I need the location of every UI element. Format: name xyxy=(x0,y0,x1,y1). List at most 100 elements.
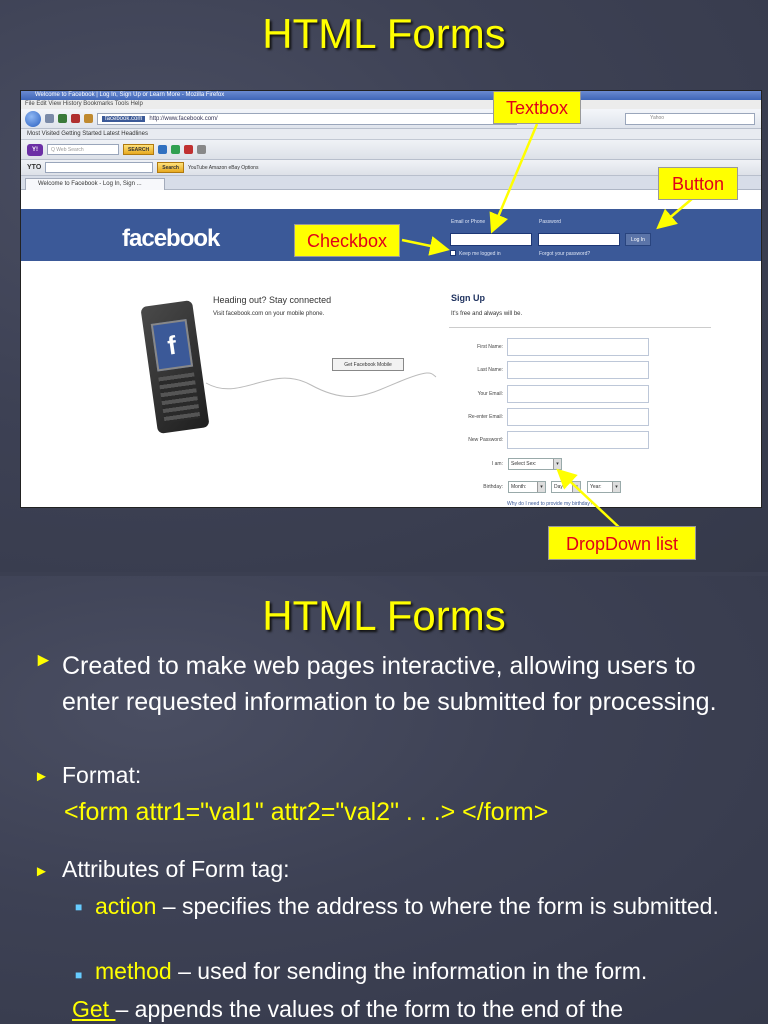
sub-bullet-square-icon: ■ xyxy=(75,968,83,982)
swirl-decoration xyxy=(205,372,437,398)
sub-bullet-action: action – specifies the address to where … xyxy=(95,890,745,922)
navigation-bar: facebook.com http://www.facebook.com/ Yah… xyxy=(21,109,761,129)
mobile-heading: Heading out? Stay connected xyxy=(213,295,332,305)
yto-search-input[interactable] xyxy=(45,162,154,173)
sex-select[interactable]: Select Sex: ▾ xyxy=(508,458,562,470)
reenter-email-label: Re-enter Email: xyxy=(468,414,503,420)
bullet-3-text: Attributes of Form tag: xyxy=(62,856,290,882)
signup-title: Sign Up xyxy=(451,293,485,303)
tab-bar: Welcome to Facebook - Log In, Sign ... xyxy=(21,176,761,190)
year-select[interactable]: Year: ▾ xyxy=(587,481,621,493)
year-select-value: Year: xyxy=(590,484,602,490)
yto-search-button[interactable]: Search xyxy=(157,162,184,173)
phone-keypad xyxy=(158,372,201,423)
dropdown-callout: DropDown list xyxy=(548,526,696,560)
first-name-input[interactable] xyxy=(507,338,649,356)
tab-facebook[interactable]: Welcome to Facebook - Log In, Sign ... xyxy=(25,178,165,190)
chevron-down-icon: ▾ xyxy=(553,459,561,469)
method-keyword: method xyxy=(95,958,172,984)
stop-icon[interactable] xyxy=(71,114,80,123)
action-keyword: action xyxy=(95,893,157,919)
yahoo-toolbar: Y! Q Web Search SEARCH xyxy=(21,140,761,160)
login-button[interactable]: Log In xyxy=(625,233,651,246)
birthday-label: Birthday: xyxy=(483,484,503,490)
signup-subtitle: It's free and always will be. xyxy=(451,311,523,317)
toolbar-icon[interactable] xyxy=(158,145,168,154)
bullet-1-text: Created to make web pages interactive, a… xyxy=(62,652,717,716)
sex-select-value: Select Sex: xyxy=(511,461,537,467)
toolbar-icon[interactable] xyxy=(171,145,181,154)
yahoo-search-button[interactable]: SEARCH xyxy=(123,144,155,155)
back-icon[interactable] xyxy=(25,110,41,127)
forward-icon[interactable] xyxy=(45,114,54,123)
bookmarks-bar: Most Visited Getting Started Latest Head… xyxy=(21,129,761,140)
yahoo-search-input[interactable]: Q Web Search xyxy=(47,144,119,155)
sub-bullet-method: method – used for sending the informatio… xyxy=(95,958,755,985)
action-description: – specifies the address to where the for… xyxy=(156,893,719,919)
mobile-phone-image: f xyxy=(140,300,210,434)
month-select-value: Month: xyxy=(511,484,527,490)
window-title: Welcome to Facebook | Log In, Sign Up or… xyxy=(21,91,761,100)
new-password-input[interactable] xyxy=(507,431,649,449)
get-facebook-mobile-button[interactable]: Get Facebook Mobile xyxy=(332,358,404,371)
checkbox-callout: Checkbox xyxy=(294,224,400,257)
bullet-arrow-icon: ► xyxy=(34,650,53,671)
slide-2: HTML Forms ► Created to make web pages i… xyxy=(0,576,768,1024)
email-label: Email or Phone xyxy=(451,219,486,225)
textbox-callout: Textbox xyxy=(493,91,581,124)
facebook-logo: facebook xyxy=(122,225,220,252)
button-callout: Button xyxy=(658,167,738,200)
password-label: Password xyxy=(539,219,561,225)
facebook-f-icon: f xyxy=(150,318,194,372)
chevron-down-icon: ▾ xyxy=(537,482,545,492)
day-select[interactable]: Day: ▾ xyxy=(551,481,581,493)
toolbar-icon[interactable] xyxy=(184,145,194,154)
day-select-value: Day: xyxy=(554,484,565,490)
slide-title: HTML Forms xyxy=(262,592,506,639)
slide-1: HTML Forms Welcome to Facebook | Log In,… xyxy=(0,0,768,572)
method-description: – used for sending the information in th… xyxy=(171,958,648,984)
mobile-subheading: Visit facebook.com on your mobile phone. xyxy=(213,311,325,317)
search-engine-label: Yahoo xyxy=(650,114,665,121)
last-name-label: Last Name: xyxy=(477,367,503,373)
why-birthday-link[interactable]: Why do I need to provide my birthday? xyxy=(507,501,593,507)
last-name-input[interactable] xyxy=(507,361,649,379)
month-select[interactable]: Month: ▾ xyxy=(508,481,546,493)
home-icon[interactable] xyxy=(84,114,93,123)
get-line: Get – appends the values of the form to … xyxy=(72,996,762,1023)
bullet-2-text: Format: xyxy=(62,762,142,788)
yahoo-logo-icon: Y! xyxy=(27,143,43,156)
signup-divider xyxy=(449,327,711,328)
get-keyword: Get xyxy=(72,996,116,1022)
yto-label: YTO xyxy=(27,164,42,171)
your-email-input[interactable] xyxy=(507,385,649,403)
slide-title: HTML Forms xyxy=(262,10,506,57)
sub-bullet-square-icon: ■ xyxy=(75,900,83,914)
url-site-badge: facebook.com xyxy=(102,115,146,122)
first-name-label: First Name: xyxy=(477,344,503,350)
get-description: – appends the values of the form to the … xyxy=(115,996,624,1022)
i-am-label: I am: xyxy=(491,461,503,467)
bullet-arrow-icon: ► xyxy=(34,863,49,880)
menu-bar: File Edit View History Bookmarks Tools H… xyxy=(21,100,761,109)
format-code: <form attr1="val1" attr2="val2" . . .> <… xyxy=(64,798,549,826)
forgot-password-link[interactable]: Forgot your password? xyxy=(539,251,590,257)
toolbar-icon[interactable] xyxy=(197,145,207,154)
reenter-email-input[interactable] xyxy=(507,408,649,426)
email-label-signup: Your Email: xyxy=(477,391,503,397)
yto-toolbar: YTO Search YouTube Amazon eBay Options xyxy=(21,160,761,176)
keep-logged-in-checkbox[interactable] xyxy=(450,250,456,256)
browser-screenshot: Welcome to Facebook | Log In, Sign Up or… xyxy=(20,90,762,508)
yahoo-search-placeholder: Q Web Search xyxy=(51,147,84,153)
email-input[interactable] xyxy=(450,233,532,246)
yto-links: YouTube Amazon eBay Options xyxy=(187,164,259,171)
bullet-arrow-icon: ► xyxy=(34,768,49,785)
reload-icon[interactable] xyxy=(58,114,67,123)
url-bar[interactable]: facebook.com http://www.facebook.com/ xyxy=(97,112,517,125)
password-input[interactable] xyxy=(538,233,620,246)
browser-search-input[interactable]: Yahoo xyxy=(625,112,755,125)
chevron-down-icon: ▾ xyxy=(612,482,620,492)
keep-logged-in-label: Keep me logged in xyxy=(459,251,501,257)
new-password-label: New Password: xyxy=(468,437,503,443)
url-text: http://www.facebook.com/ xyxy=(149,115,218,122)
